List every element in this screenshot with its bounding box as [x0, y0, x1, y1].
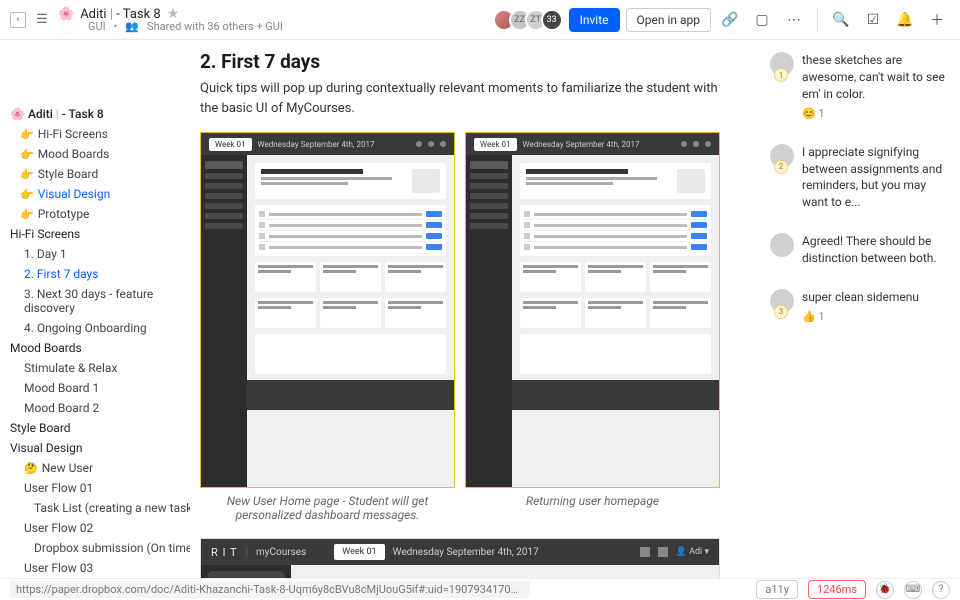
statusbar: https://paper.dropbox.com/doc/Aditi-Khaz…	[0, 578, 960, 600]
comment[interactable]: 3 super clean sidemenu 👍 1	[770, 289, 950, 325]
sidebar-item[interactable]: 3. Next 30 days - feature discovery	[0, 284, 190, 318]
sidebar-item[interactable]: Style Board	[0, 418, 190, 438]
sidebar-toc-item[interactable]: 👉Visual Design	[0, 184, 190, 204]
plus-icon[interactable]: ＋	[924, 7, 950, 33]
avatar: 1	[770, 52, 794, 76]
invite-button[interactable]: Invite	[569, 8, 620, 32]
section-paragraph: Quick tips will pop up during contextual…	[200, 79, 720, 118]
sidebar-item[interactable]: 4. Ongoing Onboarding	[0, 318, 190, 338]
sidebar-toc-item[interactable]: 👉Prototype	[0, 204, 190, 224]
section-heading: 2. First 7 days	[200, 50, 720, 73]
sidebar: 🌸 Aditi | - Task 8 👉Hi-Fi Screens👉Mood B…	[0, 40, 190, 578]
avatar-overflow[interactable]: 33	[541, 9, 563, 31]
caption-b: Returning user homepage	[465, 494, 720, 522]
sidebar-item[interactable]: Mood Board 1	[0, 378, 190, 398]
avatar	[770, 233, 794, 257]
people-icon: 👥	[125, 20, 139, 33]
sidebar-doc-title[interactable]: 🌸 Aditi | - Task 8	[0, 104, 190, 124]
open-in-app-button[interactable]: Open in app	[626, 8, 712, 32]
sidebar-toc-item[interactable]: 👉Style Board	[0, 164, 190, 184]
sidebar-item[interactable]: Task List (creating a new task and che..…	[0, 498, 190, 518]
comment-text: super clean sidemenu	[802, 289, 950, 306]
sidebar-item[interactable]: 🤔New User	[0, 458, 190, 478]
sidebar-item[interactable]: Mood Boards	[0, 338, 190, 358]
bug-icon[interactable]: 🐞	[876, 581, 894, 599]
comments-panel: 1 these sketches are awesome, can't wait …	[760, 40, 960, 578]
comment-text: these sketches are awesome, can't wait t…	[802, 52, 950, 102]
sidebar-toc-item[interactable]: 👉Mood Boards	[0, 144, 190, 164]
comment-text: I appreciate signifying between assignme…	[802, 144, 950, 211]
caption-a: New User Home page - Student will get pe…	[200, 494, 455, 522]
doc-emoji-icon: 🌸	[58, 7, 74, 22]
search-icon[interactable]: 🔍	[828, 7, 854, 33]
sidebar-item[interactable]: Dropbox submission (On time for a s...	[0, 538, 190, 558]
document-content[interactable]: 2. First 7 days Quick tips will pop up d…	[190, 40, 760, 578]
bell-icon[interactable]: 🔔	[892, 7, 918, 33]
sidebar-toc-item[interactable]: 👉Hi-Fi Screens	[0, 124, 190, 144]
hello-title	[261, 169, 363, 174]
sidebar-item[interactable]: Visual Design	[0, 438, 190, 458]
mockup-returning-user[interactable]: Week 01Wednesday September 4th, 2017	[465, 132, 720, 488]
avatar: 2	[770, 144, 794, 168]
flag-icon	[640, 547, 650, 557]
topbar: ‹ ☰ 🌸 Aditi | - Task 8 ★ GUI • 👥 Shared …	[0, 0, 960, 40]
avatar-stack[interactable]: ZZ ZT 33	[499, 9, 563, 31]
sidebar-item[interactable]: User Flow 02	[0, 518, 190, 538]
sidebar-item[interactable]: 1. Day 1	[0, 244, 190, 264]
a11y-pill[interactable]: a11y	[756, 580, 798, 599]
more-icon[interactable]: ⋯	[781, 7, 807, 33]
comment[interactable]: 1 these sketches are awesome, can't wait …	[770, 52, 950, 122]
comment[interactable]: 2 I appreciate signifying between assignm…	[770, 144, 950, 211]
timing-pill[interactable]: 1246ms	[808, 580, 866, 599]
comment-reaction[interactable]: 👍 1	[802, 309, 950, 324]
link-icon[interactable]: 🔗	[717, 7, 743, 33]
help-icon[interactable]: ?	[932, 581, 950, 599]
back-button[interactable]: ‹	[10, 12, 26, 28]
comment-reaction[interactable]: 😊 1	[802, 106, 950, 121]
doc-list-icon[interactable]: ☰	[34, 12, 50, 28]
sidebar-item[interactable]: Stimulate & Relax	[0, 358, 190, 378]
sidebar-item[interactable]: Hi-Fi Screens	[0, 224, 190, 244]
mockup-row: Week 01Wednesday September 4th, 2017	[200, 132, 720, 488]
bookmark-icon	[658, 547, 668, 557]
folder-name[interactable]: GUI	[88, 20, 106, 33]
sidebar-item[interactable]: User Flow 03	[0, 558, 190, 578]
status-url: https://paper.dropbox.com/doc/Aditi-Khaz…	[10, 581, 530, 598]
comment[interactable]: Agreed! There should be distinction betw…	[770, 233, 950, 267]
mockup-new-user[interactable]: Week 01Wednesday September 4th, 2017	[200, 132, 455, 488]
search-input	[207, 571, 285, 578]
mockup-wide[interactable]: R I T | myCourses Week 01 Wednesday Sept…	[200, 538, 720, 578]
sidebar-item[interactable]: 2. First 7 days	[0, 264, 190, 284]
sidebar-item[interactable]: Mood Board 2	[0, 398, 190, 418]
avatar: 3	[770, 289, 794, 313]
keyboard-icon[interactable]: ⌨	[904, 581, 922, 599]
tasks-icon[interactable]: ☑	[860, 7, 886, 33]
shared-with-text[interactable]: Shared with 36 others + GUI	[147, 20, 283, 33]
comment-text: Agreed! There should be distinction betw…	[802, 233, 950, 267]
sidebar-item[interactable]: User Flow 01	[0, 478, 190, 498]
present-icon[interactable]: ▢	[749, 7, 775, 33]
